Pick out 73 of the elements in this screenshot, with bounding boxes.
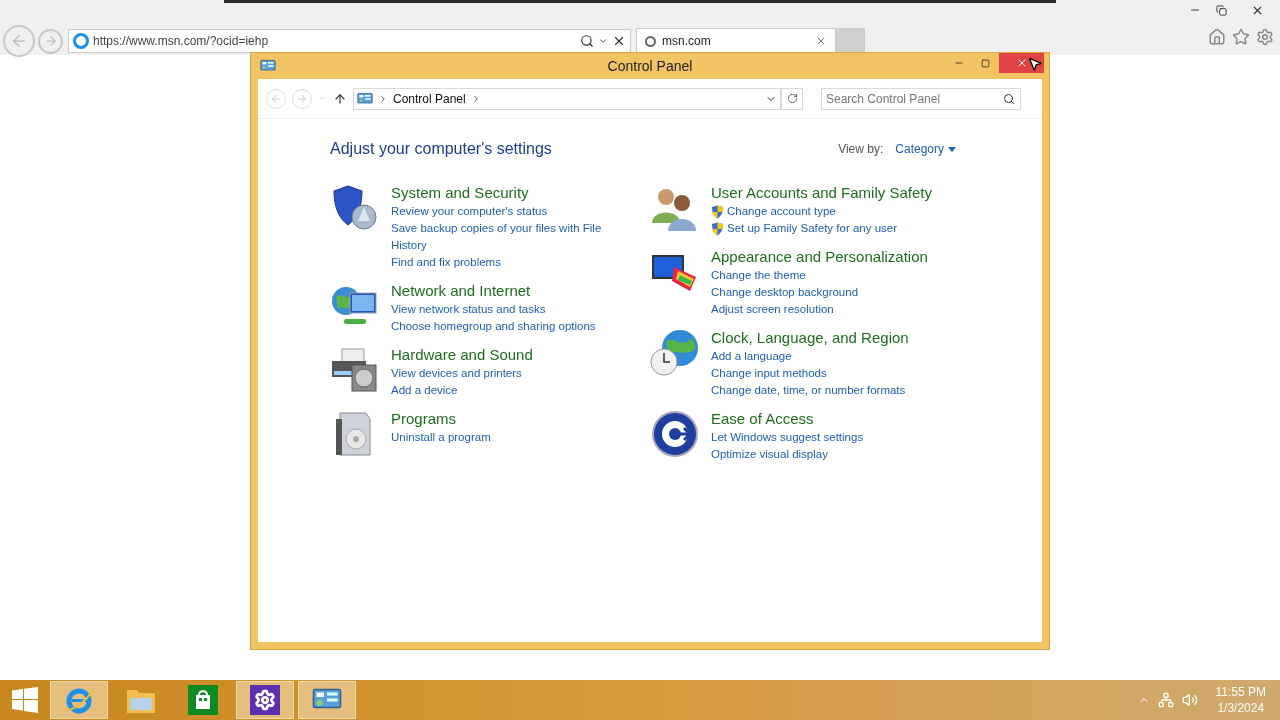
task-link[interactable]: Change account type (727, 203, 836, 220)
category-link[interactable]: System and Security (391, 183, 606, 203)
caret-icon[interactable] (598, 36, 608, 46)
maximize-icon (981, 58, 990, 68)
task-link[interactable]: Set up Family Safety for any user (727, 220, 898, 237)
task-link[interactable]: Let Windows suggest settings (711, 429, 864, 446)
star-icon[interactable] (1232, 28, 1250, 46)
printer-speaker-icon (330, 345, 380, 395)
shield-icon (711, 205, 724, 219)
breadcrumb-item[interactable]: Control Panel (393, 89, 466, 108)
control-panel-icon (357, 91, 373, 106)
task-link[interactable]: Adjust screen resolution (711, 301, 834, 318)
task-link[interactable]: Review your computer's status (391, 203, 548, 220)
back-button[interactable] (3, 25, 35, 57)
address-field[interactable]: https://www.msn.com/?ocid=iehp (68, 29, 631, 53)
task-link[interactable]: Add a device (391, 382, 458, 399)
view-by-label: View by: (838, 141, 884, 158)
home-icon[interactable] (1208, 28, 1226, 46)
ease-of-access-icon (650, 409, 700, 459)
view-by-dropdown[interactable]: Category (895, 140, 956, 158)
network-icon[interactable] (1157, 692, 1174, 708)
caret-icon (948, 146, 956, 152)
task-link[interactable]: Change the theme (711, 267, 806, 284)
control-panel-icon (260, 59, 276, 73)
category-link[interactable]: User Accounts and Family Safety (711, 183, 932, 203)
category-link[interactable]: Clock, Language, and Region (711, 328, 909, 348)
taskbar-button[interactable] (298, 681, 356, 719)
mouse-cursor-icon (1027, 55, 1043, 73)
task-link[interactable]: Change desktop background (711, 284, 859, 301)
search-field[interactable]: Search Control Panel (821, 87, 1021, 110)
chevron-icon[interactable] (378, 93, 388, 104)
close-icon[interactable] (612, 34, 626, 48)
task-link[interactable]: Add a language (711, 348, 792, 365)
settings-icon[interactable] (1256, 28, 1274, 46)
category-link[interactable]: Hardware and Sound (391, 345, 533, 365)
taskbar-button[interactable] (236, 681, 294, 719)
forward-arrow-icon (43, 34, 58, 48)
task-link[interactable]: Change date, time, or number formats (711, 382, 906, 399)
browser-icon (73, 33, 89, 49)
task-link[interactable]: Uninstall a program (391, 429, 491, 446)
page-heading: Adjust your computer's settings (330, 139, 552, 159)
category-link[interactable]: Appearance and Personalization (711, 247, 928, 267)
speaker-icon[interactable] (1181, 692, 1198, 708)
address-bar[interactable]: Control Panel (353, 87, 781, 110)
restore-icon (1215, 4, 1227, 16)
shield-icon (711, 222, 724, 236)
refresh-icon (786, 93, 798, 104)
settings-icon (250, 685, 280, 715)
refresh-button[interactable] (781, 87, 803, 110)
task-link[interactable]: View network status and tasks (391, 301, 546, 318)
up-arrow-icon[interactable] (333, 91, 347, 106)
category-link[interactable]: Network and Internet (391, 281, 596, 301)
task-link[interactable]: Change input methods (711, 365, 827, 382)
shopping-bag-icon (188, 685, 218, 715)
category-link[interactable]: Programs (391, 409, 491, 429)
shield-icon (330, 183, 380, 233)
back-arrow-icon (270, 92, 282, 105)
task-link[interactable]: Choose homegroup and sharing options (391, 318, 596, 335)
task-link[interactable]: Save backup copies of your files with File History (391, 220, 606, 254)
close-button[interactable] (999, 53, 1044, 73)
task-link[interactable]: Optimize visual display (711, 446, 828, 463)
search-icon[interactable] (580, 34, 594, 48)
browser-tab[interactable]: msn.com (636, 28, 836, 54)
task-link[interactable]: Find and fix problems (391, 254, 501, 271)
search-icon[interactable] (1003, 92, 1015, 105)
loading-icon (645, 35, 656, 47)
window-title: Control Panel (607, 56, 693, 76)
task-link[interactable]: View devices and printers (391, 365, 522, 382)
address-text: https://www.msn.com/?ocid=iehp (93, 33, 270, 50)
globe-clock-icon (650, 328, 700, 378)
forward-arrow-icon (296, 92, 308, 105)
category-link[interactable]: Ease of Access (711, 409, 864, 429)
windows-logo-icon (12, 687, 38, 713)
